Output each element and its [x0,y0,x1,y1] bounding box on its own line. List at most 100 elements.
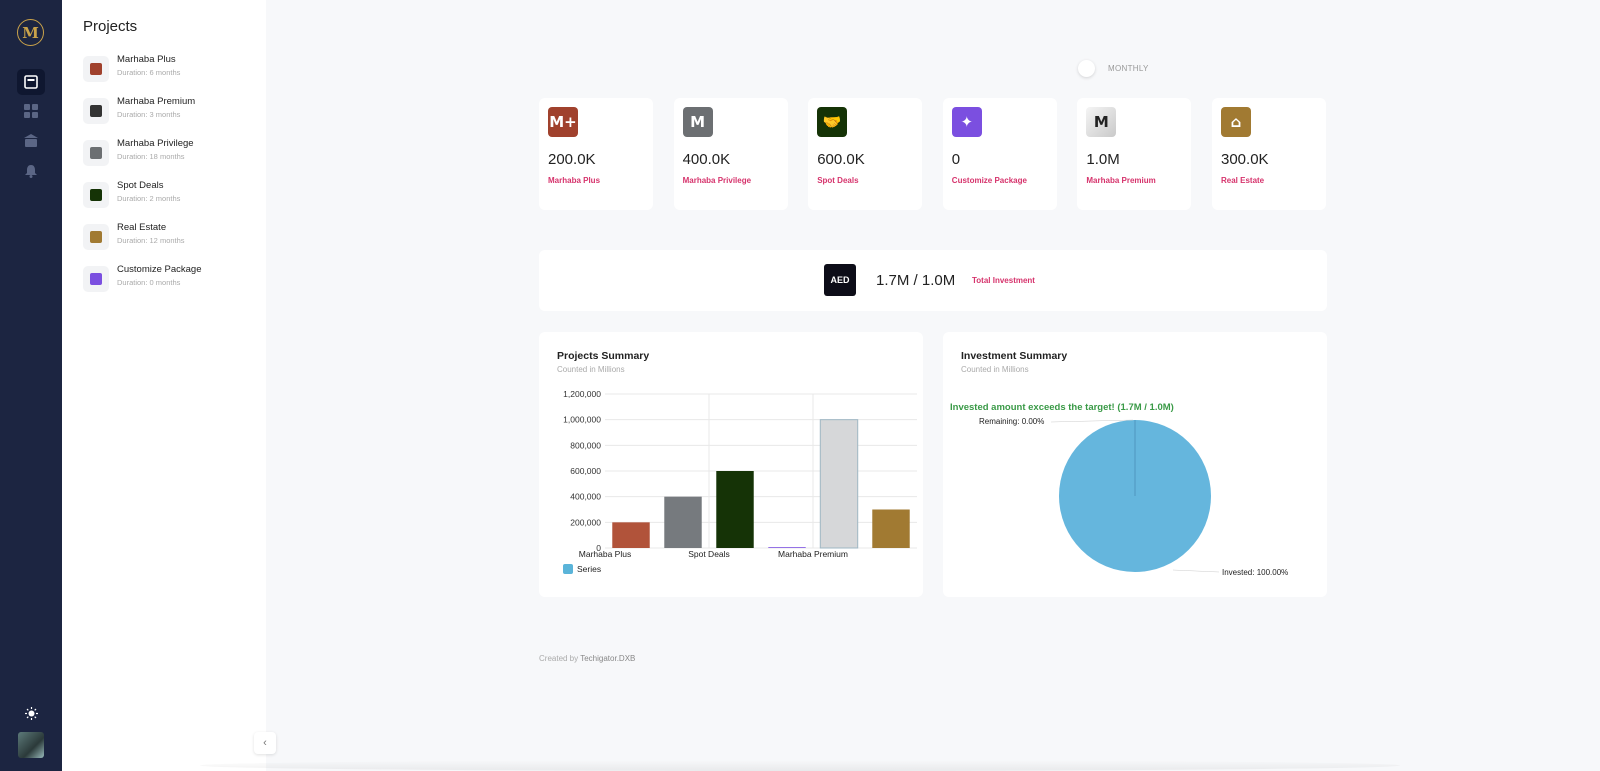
stat-card[interactable]: M 400.0K Marhaba Privilege [673,98,788,210]
stat-card[interactable]: 🤝 600.0K Spot Deals [808,98,923,210]
stat-card-label: Marhaba Plus [548,176,601,185]
project-thumbnail-swatch [90,189,102,201]
bottom-edge [200,760,1400,771]
project-item[interactable]: Real Estate Duration: 12 months [83,221,263,255]
stat-card[interactable]: ⌂ 300.0K Real Estate [1212,98,1326,210]
legend-label: Series [577,564,601,574]
project-item[interactable]: Marhaba Plus Duration: 6 months [83,53,263,87]
stat-card-value: 200.0K [548,151,596,168]
sun-icon[interactable] [17,700,45,726]
project-thumbnail-swatch [90,147,102,159]
bell-icon[interactable] [17,158,45,184]
total-investment-value: 1.7M / 1.0M [876,272,956,289]
projects-icon[interactable] [17,69,45,95]
y-tick-label: 1,200,000 [563,389,601,399]
project-thumbnail-swatch [90,273,102,285]
legend-swatch [563,564,573,574]
project-thumbnail-icon [83,56,109,82]
x-tick-label: Marhaba Premium [778,549,848,559]
project-thumbnail-icon [83,140,109,166]
y-tick-label: 800,000 [570,440,601,450]
total-investment-card: AED 1.7M / 1.0M Total Investment [539,250,1327,311]
footer: Created by Techigator.DXB [539,654,635,663]
period-toggle[interactable] [1078,60,1095,77]
stat-card-label: Real Estate [1221,176,1265,185]
stat-card-icon: 🤝 [817,107,848,137]
y-tick-label: 400,000 [570,492,601,502]
project-duration: Duration: 3 months [117,110,181,119]
bar [716,471,754,548]
investment-summary-card: Investment Summary Counted in Millions I… [943,332,1327,597]
exceeds-target-message: Invested amount exceeds the target! (1.7… [950,402,1174,413]
stat-card-label: Marhaba Premium [1086,176,1156,185]
aed-currency-icon: AED [824,264,856,296]
remaining-label: Remaining: 0.00% [979,417,1044,426]
stat-card-label: Customize Package [951,176,1027,185]
x-tick-label: Spot Deals [688,549,730,559]
dashboard-icon[interactable] [17,98,45,124]
x-tick-label: Marhaba Plus [579,549,631,559]
stat-card-label: Marhaba Privilege [682,176,752,185]
project-duration: Duration: 0 months [117,278,181,287]
project-item[interactable]: Marhaba Premium Duration: 3 months [83,95,263,129]
project-duration: Duration: 12 months [117,236,185,245]
project-duration: Duration: 6 months [117,68,181,77]
project-item[interactable]: Marhaba Privilege Duration: 18 months [83,137,263,171]
stat-card-value: 1.0M [1086,151,1120,168]
brand-logo-letter: M [22,23,39,42]
project-item[interactable]: Spot Deals Duration: 2 months [83,179,263,213]
stat-card-value: 300.0K [1221,151,1269,168]
stat-card-icon: M+ [548,107,578,137]
bank-icon[interactable] [17,128,45,154]
bar [819,419,859,549]
invested-label: Invested: 100.00% [1222,568,1288,577]
project-name: Marhaba Plus [117,54,176,65]
stat-card-value: 0 [951,151,961,168]
y-tick-label: 600,000 [570,466,601,476]
invested-leader-line [1172,569,1220,573]
chevron-left-icon: ‹ [263,737,267,749]
aed-text: AED [830,275,850,285]
project-item[interactable]: Customize Package Duration: 0 months [83,263,263,297]
y-tick-label: 1,000,000 [563,415,601,425]
user-avatar[interactable] [18,732,44,758]
project-name: Spot Deals [117,180,164,191]
total-investment-label: Total Investment [972,276,1035,285]
projects-bar-chart: 1,200,000 1,000,000 800,000 600,000 400,000 2… [563,389,917,574]
footer-brand-link[interactable]: Techigator.DXB [580,654,635,663]
stat-card-icon: ⌂ [1221,107,1251,137]
stat-card-icon: ✦ [951,107,982,137]
project-thumbnail-icon [83,224,109,250]
stat-card-value: 600.0K [817,151,865,168]
stat-card-icon: M [682,107,713,137]
bar [664,496,702,548]
project-thumbnail-swatch [90,105,102,117]
y-tick-label: 200,000 [570,517,601,527]
period-toggle-label: MONTHLY [1108,64,1149,73]
project-name: Marhaba Premium [117,96,196,107]
collapse-sidebar-button[interactable]: ‹ [254,732,276,754]
left-rail: M [0,0,62,771]
stat-card[interactable]: M 1.0M Marhaba Premium [1077,98,1192,210]
project-name: Marhaba Privilege [117,138,194,149]
stat-card[interactable]: ✦ 0 Customize Package [942,98,1057,210]
project-thumbnail-icon [83,266,109,292]
stat-card-label: Spot Deals [817,176,859,185]
project-thumbnail-icon [83,182,109,208]
projects-summary-card: Projects Summary Counted in Millions 1,2… [539,332,923,597]
investment-pie-chart: Invested amount exceeds the target! (1.7… [950,402,1288,577]
project-thumbnail-icon [83,98,109,124]
project-thumbnail-swatch [90,231,102,243]
project-duration: Duration: 18 months [117,152,185,161]
brand-logo[interactable]: M [17,19,44,46]
bar [612,522,650,548]
footer-prefix: Created by [539,654,579,663]
bar [768,547,806,548]
stat-card-icon: M [1086,107,1117,137]
stat-card[interactable]: M+ 200.0K Marhaba Plus [539,98,653,210]
stat-card-value: 400.0K [682,151,731,168]
projects-panel: Projects Marhaba Plus Duration: 6 months M… [62,0,266,771]
project-thumbnail-swatch [90,63,102,75]
project-name: Real Estate [117,222,167,233]
bar [872,509,910,548]
